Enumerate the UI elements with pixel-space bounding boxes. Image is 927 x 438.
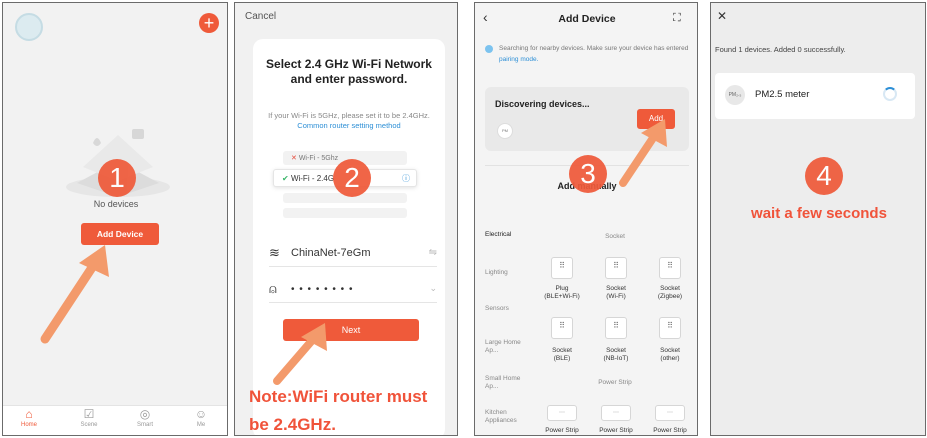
- smart-icon: ◎: [139, 407, 151, 421]
- wifi-x-icon: ✕: [291, 155, 297, 162]
- add-device-title: Add Device: [558, 13, 616, 25]
- item-label: Power Strip: [653, 427, 687, 434]
- wifi-hint: If your Wi-Fi is 5GHz, please set it to …: [261, 111, 437, 131]
- item-label: Socket (NB-IoT): [603, 347, 629, 362]
- step-marker-1: 1: [98, 159, 136, 197]
- category-electrical[interactable]: Electrical: [485, 231, 511, 239]
- searching-icon: [485, 45, 493, 53]
- check-icon: ✔: [282, 174, 289, 183]
- step-marker-4: 4: [805, 157, 843, 195]
- tab-me[interactable]: ☺ Me: [181, 407, 221, 429]
- socket-icon[interactable]: [551, 257, 573, 279]
- wifi-24g-label: Wi-Fi - 2.4G: [290, 174, 335, 183]
- searching-message: Searching for nearby devices. Make sure …: [499, 45, 689, 52]
- scene-icon: ☑: [83, 407, 95, 421]
- power-strip-icon[interactable]: ⋯: [547, 405, 577, 421]
- power-strip-icon[interactable]: ⋯: [655, 405, 685, 421]
- wait-text: wait a few seconds: [751, 205, 887, 222]
- pointer-arrow-2: [273, 323, 327, 385]
- loading-spinner-icon: [883, 87, 897, 101]
- info-icon: ⓘ: [402, 174, 410, 183]
- tab-scene[interactable]: ☑ Scene: [69, 407, 109, 429]
- home-screen-panel: + No devices Add Device 1 ⌂ Home ☑ Scene: [2, 2, 228, 436]
- discovered-device-badge: PM: [497, 123, 513, 139]
- tab-me-label: Me: [196, 422, 206, 428]
- me-icon: ☺: [194, 407, 208, 421]
- device-badge: PM₂.₅: [725, 85, 745, 105]
- item-label: Socket (Wi-Fi): [606, 285, 626, 300]
- step-marker-2: 2: [333, 159, 371, 197]
- password-field[interactable]: ⍝ • • • • • • • • ⌄: [269, 279, 437, 303]
- add-plus-button[interactable]: +: [199, 13, 219, 33]
- socket-icon[interactable]: [605, 317, 627, 339]
- home-icon: ⌂: [25, 407, 33, 421]
- tutorial-stage: + No devices Add Device 1 ⌂ Home ☑ Scene: [0, 0, 927, 438]
- category-lighting[interactable]: Lighting: [485, 269, 508, 277]
- pointer-arrow-1: [40, 245, 109, 344]
- category-large-home[interactable]: Large Home Ap...: [485, 339, 525, 355]
- category-small-home[interactable]: Small Home Ap...: [485, 375, 525, 391]
- chevron-down-icon[interactable]: ⌄: [429, 283, 437, 294]
- section-power-strip: Power Strip: [598, 379, 632, 386]
- no-devices-text: No devices: [93, 199, 139, 209]
- found-status-text: Found 1 devices. Added 0 successfully.: [715, 45, 846, 54]
- scan-icon[interactable]: ⛶: [673, 12, 681, 25]
- wifi-icon: ≋: [269, 245, 280, 260]
- note-line-2: be 2.4GHz.: [249, 415, 336, 434]
- note-line-1: Note:WiFi router must: [249, 387, 428, 406]
- tab-home[interactable]: ⌂ Home: [9, 407, 49, 429]
- add-device-panel: ‹ Add Device ⛶ Searching for nearby devi…: [474, 2, 698, 436]
- close-icon[interactable]: ✕: [717, 9, 727, 23]
- wifi-title: Select 2.4 GHz Wi-Fi Network and enter p…: [266, 57, 432, 86]
- socket-icon[interactable]: [551, 317, 573, 339]
- wifi-setup-panel: Cancel Select 2.4 GHz Wi-Fi Network and …: [234, 2, 458, 436]
- router-setting-link[interactable]: Common router setting method: [297, 121, 400, 130]
- home-avatar[interactable]: [15, 13, 43, 41]
- password-mask: • • • • • • • •: [291, 284, 354, 295]
- item-label: Power Strip: [545, 427, 579, 434]
- step-marker-3: 3: [569, 155, 607, 193]
- wifi-placeholder-row-2: [283, 208, 407, 218]
- socket-icon[interactable]: [605, 257, 627, 279]
- tab-scene-label: Scene: [80, 422, 98, 428]
- wifi-hint-text: If your Wi-Fi is 5GHz, please set it to …: [268, 111, 430, 120]
- power-strip-icon[interactable]: ⋯: [601, 405, 631, 421]
- switch-network-icon[interactable]: ⇋: [429, 247, 437, 258]
- socket-icon[interactable]: [659, 317, 681, 339]
- bottom-tab-bar: ⌂ Home ☑ Scene ◎ Smart ☺ Me: [3, 405, 227, 435]
- tab-smart-label: Smart: [136, 422, 153, 428]
- category-sensors[interactable]: Sensors: [485, 305, 509, 313]
- socket-icon[interactable]: [659, 257, 681, 279]
- lock-icon: ⍝: [269, 281, 277, 296]
- item-label: Socket (other): [660, 347, 680, 362]
- pointer-arrow-3: [619, 119, 667, 187]
- section-socket: Socket: [605, 233, 625, 240]
- item-label: Socket (Zigbee): [657, 285, 683, 300]
- item-label: Plug (BLE+Wi-Fi): [544, 285, 580, 300]
- item-label: Power Strip: [599, 427, 633, 434]
- tab-home-label: Home: [20, 422, 37, 428]
- result-panel: ✕ Found 1 devices. Added 0 successfully.…: [710, 2, 926, 436]
- pairing-mode-link[interactable]: pairing mode.: [499, 56, 538, 63]
- item-label: Socket (BLE): [552, 347, 572, 362]
- device-name: PM2.5 meter: [755, 89, 810, 100]
- cancel-link[interactable]: Cancel: [245, 11, 276, 22]
- discovering-text: Discovering devices...: [495, 99, 590, 109]
- wifi-5g-label: Wi-Fi - 5Ghz: [298, 155, 339, 162]
- network-name: ChinaNet-7eGm: [291, 247, 371, 259]
- category-kitchen[interactable]: Kitchen Appliances: [485, 409, 529, 425]
- searching-text: Searching for nearby devices. Make sure …: [499, 43, 691, 65]
- network-field[interactable]: ≋ ChinaNet-7eGm ⇋: [269, 243, 437, 267]
- tab-smart[interactable]: ◎ Smart: [125, 407, 165, 429]
